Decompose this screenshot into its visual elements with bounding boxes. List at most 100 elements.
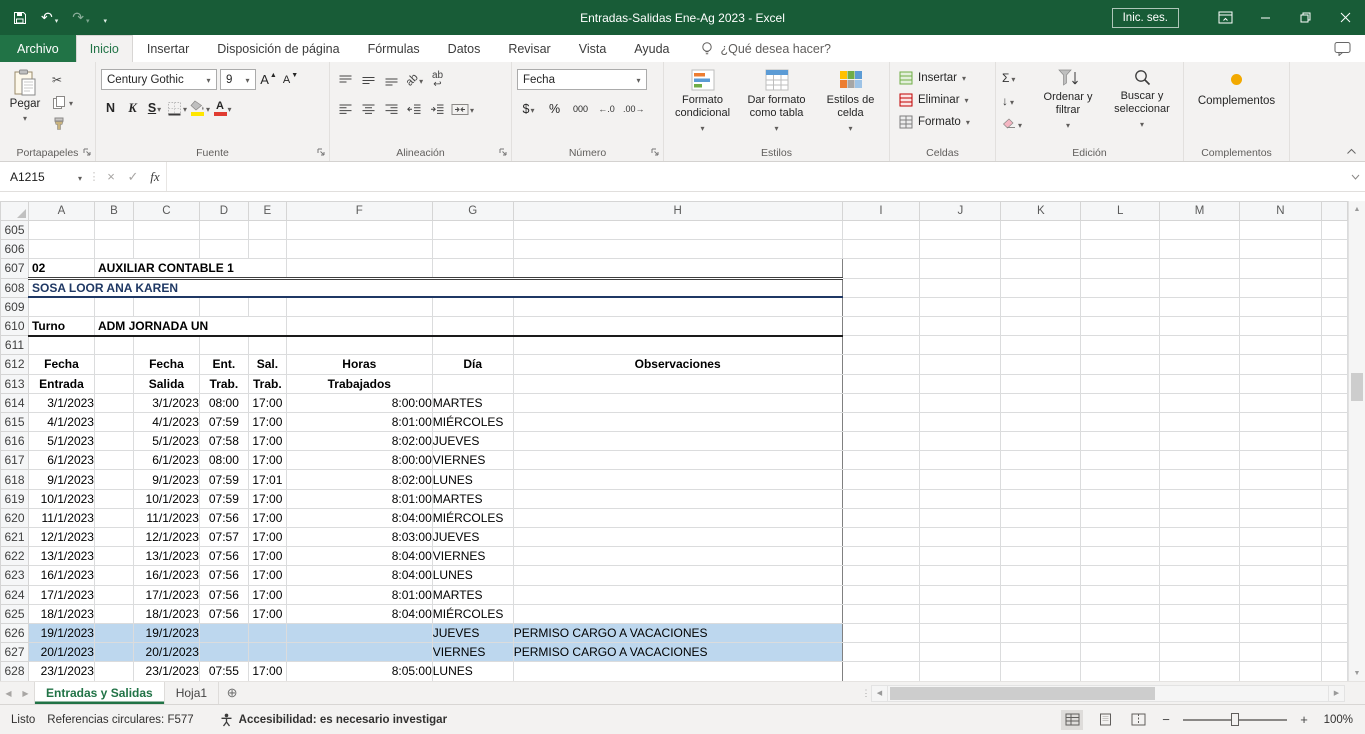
row-header-618[interactable]: 618: [1, 470, 29, 489]
cell-B625[interactable]: [94, 604, 133, 623]
cell-J628[interactable]: [920, 662, 1001, 681]
cell-J620[interactable]: [920, 508, 1001, 527]
row-header-621[interactable]: 621: [1, 528, 29, 547]
paste-button[interactable]: Pegar: [2, 66, 48, 133]
cell-H613[interactable]: [513, 374, 842, 393]
cell-N626[interactable]: [1240, 623, 1322, 642]
cell-E613[interactable]: Trab.: [248, 374, 286, 393]
minimize-button[interactable]: [1245, 0, 1285, 35]
ribbon-tab-datos[interactable]: Datos: [434, 35, 495, 62]
cell-C619[interactable]: 10/1/2023: [133, 489, 199, 508]
cell-K624[interactable]: [1001, 585, 1081, 604]
cell-M615[interactable]: [1160, 412, 1240, 431]
cell-D622[interactable]: 07:56: [199, 547, 248, 566]
horizontal-scroll-thumb[interactable]: [890, 687, 1155, 700]
cell-B614[interactable]: [94, 393, 133, 412]
cell-G614[interactable]: MARTES: [432, 393, 513, 412]
cell-F613[interactable]: Trabajados: [286, 374, 432, 393]
cell-I619[interactable]: [842, 489, 920, 508]
ribbon-tab-inicio[interactable]: Inicio: [76, 35, 133, 62]
cell-G611[interactable]: [432, 336, 513, 355]
row-header-612[interactable]: 612: [1, 355, 29, 374]
cell-J612[interactable]: [920, 355, 1001, 374]
cell-C623[interactable]: 16/1/2023: [133, 566, 199, 585]
row-header-606[interactable]: 606: [1, 240, 29, 259]
cell-K627[interactable]: [1001, 643, 1081, 662]
row-header-610[interactable]: 610: [1, 316, 29, 335]
cell-K608[interactable]: [1001, 278, 1081, 297]
cell-G625[interactable]: MIÉRCOLES: [432, 604, 513, 623]
borders-button[interactable]: [167, 98, 187, 118]
row-header-611[interactable]: 611: [1, 336, 29, 355]
cell-F624[interactable]: 8:01:00: [286, 585, 432, 604]
cell-L615[interactable]: [1081, 412, 1160, 431]
cell-G622[interactable]: VIERNES: [432, 547, 513, 566]
cell-L625[interactable]: [1081, 604, 1160, 623]
row-header-608[interactable]: 608: [1, 278, 29, 297]
column-header-h[interactable]: H: [513, 202, 842, 221]
cell-B612[interactable]: [94, 355, 133, 374]
cell-F623[interactable]: 8:04:00: [286, 566, 432, 585]
cell-A618[interactable]: 9/1/2023: [28, 470, 94, 489]
conditional-formatting-button[interactable]: Formato condicional: [667, 67, 739, 135]
cell-C615[interactable]: 4/1/2023: [133, 412, 199, 431]
cell-M620[interactable]: [1160, 508, 1240, 527]
cell-L622[interactable]: [1081, 547, 1160, 566]
cell-C614[interactable]: 3/1/2023: [133, 393, 199, 412]
cell-J627[interactable]: [920, 643, 1001, 662]
cell-G624[interactable]: MARTES: [432, 585, 513, 604]
cell-J610[interactable]: [920, 316, 1001, 335]
cell-N609[interactable]: [1240, 297, 1322, 316]
cell-A605[interactable]: [28, 221, 94, 240]
cell-C624[interactable]: 17/1/2023: [133, 585, 199, 604]
cell-N620[interactable]: [1240, 508, 1322, 527]
row-header-607[interactable]: 607: [1, 259, 29, 278]
cell-D620[interactable]: 07:56: [199, 508, 248, 527]
cell-H619[interactable]: [513, 489, 842, 508]
cell-F607[interactable]: [286, 259, 432, 278]
format-cells-button[interactable]: Formato: [899, 115, 995, 129]
cell-A609[interactable]: [28, 297, 94, 316]
cell-B605[interactable]: [94, 221, 133, 240]
new-sheet-button[interactable]: ⊕: [219, 682, 245, 704]
cell-B623[interactable]: [94, 566, 133, 585]
cell-D612[interactable]: Ent.: [199, 355, 248, 374]
cell-N606[interactable]: [1240, 240, 1322, 259]
cell-L614[interactable]: [1081, 393, 1160, 412]
cell-B617[interactable]: [94, 451, 133, 470]
cell-D625[interactable]: 07:56: [199, 604, 248, 623]
row-header-628[interactable]: 628: [1, 662, 29, 681]
cell-I611[interactable]: [842, 336, 920, 355]
cell-H622[interactable]: [513, 547, 842, 566]
row-header-605[interactable]: 605: [1, 221, 29, 240]
format-painter-button[interactable]: [48, 115, 77, 133]
cell-J618[interactable]: [920, 470, 1001, 489]
cell-E617[interactable]: 17:00: [248, 451, 286, 470]
cell-J616[interactable]: [920, 432, 1001, 451]
cell-F610[interactable]: [286, 316, 432, 335]
cell-B610[interactable]: ADM JORNADA UN: [94, 316, 286, 335]
autosum-button[interactable]: Σ: [1002, 71, 1015, 85]
cell-N627[interactable]: [1240, 643, 1322, 662]
cell-filler-606[interactable]: [1321, 240, 1347, 259]
cell-I614[interactable]: [842, 393, 920, 412]
cell-K606[interactable]: [1001, 240, 1081, 259]
merge-center-button[interactable]: [451, 99, 474, 119]
ribbon-display-options-button[interactable]: [1205, 0, 1245, 35]
cell-F619[interactable]: 8:01:00: [286, 489, 432, 508]
insert-function-button[interactable]: fx: [144, 162, 166, 191]
cell-A616[interactable]: 5/1/2023: [28, 432, 94, 451]
column-header-f[interactable]: F: [286, 202, 432, 221]
cell-H611[interactable]: [513, 336, 842, 355]
cell-M608[interactable]: [1160, 278, 1240, 297]
cell-N624[interactable]: [1240, 585, 1322, 604]
cell-G618[interactable]: LUNES: [432, 470, 513, 489]
cell-A606[interactable]: [28, 240, 94, 259]
fill-color-button[interactable]: [190, 98, 210, 118]
cell-M618[interactable]: [1160, 470, 1240, 489]
align-top-button[interactable]: [336, 70, 355, 90]
cell-I617[interactable]: [842, 451, 920, 470]
cell-I624[interactable]: [842, 585, 920, 604]
cell-C616[interactable]: 5/1/2023: [133, 432, 199, 451]
cell-D621[interactable]: 07:57: [199, 528, 248, 547]
